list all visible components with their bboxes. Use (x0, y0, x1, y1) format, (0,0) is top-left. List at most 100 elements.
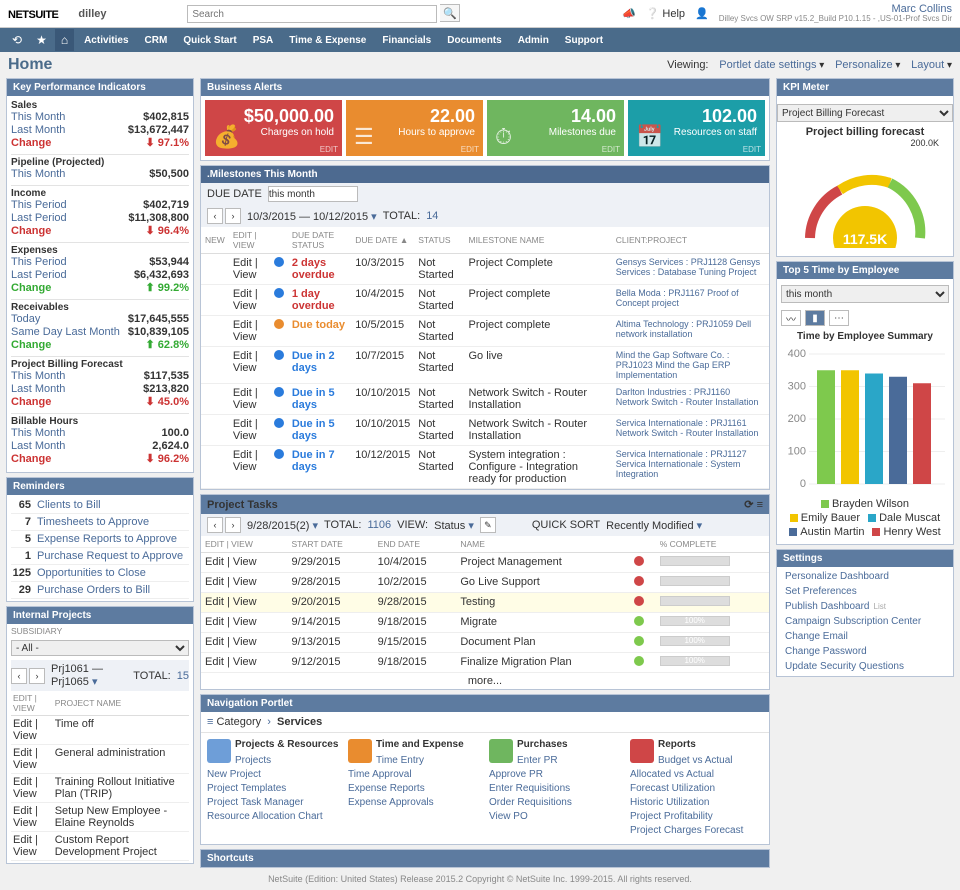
alert-tile[interactable]: 22.00Hours to approve ☰ EDIT (346, 100, 483, 156)
chart-bar-icon[interactable]: ▮ (805, 310, 825, 326)
nav-star-icon[interactable]: ★ (30, 29, 53, 51)
nav-activities[interactable]: Activities (76, 35, 136, 46)
navport-link[interactable]: Enter Requisitions (489, 782, 622, 796)
navport-col: Projects & Resources ProjectsNew Project… (207, 739, 340, 838)
navport-link[interactable]: Project Task Manager (207, 796, 340, 810)
navport-link[interactable]: Project Profitability (630, 810, 763, 824)
navport-col-icon (207, 739, 231, 763)
nav-home-icon[interactable]: ⌂ (55, 29, 74, 51)
subsidiary-select[interactable]: - All - (11, 640, 189, 656)
user-avatar-icon[interactable]: 👤 (695, 7, 709, 20)
nav-back-icon[interactable]: ⟲ (6, 29, 28, 51)
nav-financials[interactable]: Financials (374, 35, 439, 46)
reminder-row[interactable]: 7Timesheets to Approve (11, 514, 189, 531)
pt-quicksort-select[interactable]: Recently Modified ▾ (606, 519, 702, 532)
help-icon[interactable]: ❔ Help (646, 7, 685, 20)
navport-link[interactable]: Time Approval (348, 768, 481, 782)
ms-next-button[interactable]: › (225, 208, 241, 224)
settings-link[interactable]: Set Preferences (781, 584, 949, 599)
settings-link[interactable]: Publish DashboardList (781, 599, 949, 614)
nav-time---expense[interactable]: Time & Expense (281, 35, 374, 46)
shortcuts-header: Shortcuts (201, 850, 769, 867)
global-search-input[interactable] (187, 5, 437, 23)
reminder-row[interactable]: 29Purchase Orders to Bill (11, 582, 189, 599)
navport-link[interactable]: New Project (207, 768, 340, 782)
svg-text:400: 400 (788, 348, 806, 360)
pt-prev-button[interactable]: ‹ (207, 517, 223, 533)
task-row: Edit | View 9/14/20159/18/2015Migrate 10… (201, 613, 769, 633)
internal-projects-header: Internal Projects (7, 607, 193, 624)
navport-link[interactable]: Forecast Utilization (630, 782, 763, 796)
kpi-meter-select[interactable]: Project Billing Forecast (777, 104, 953, 122)
pt-next-button[interactable]: › (225, 517, 241, 533)
settings-link[interactable]: Personalize Dashboard (781, 569, 949, 584)
gauge-title: Project billing forecast (777, 126, 953, 138)
settings-link[interactable]: Change Email (781, 629, 949, 644)
reminder-row[interactable]: 65Clients to Bill (11, 497, 189, 514)
settings-portlet: Settings Personalize DashboardSet Prefer… (776, 549, 954, 677)
navport-link[interactable]: Expense Approvals (348, 796, 481, 810)
reminder-row[interactable]: 5Expense Reports to Approve (11, 531, 189, 548)
bar (841, 370, 859, 484)
tile-icon: 💰 (213, 124, 240, 150)
nav-quick-start[interactable]: Quick Start (175, 35, 244, 46)
navport-link[interactable]: Approve PR (489, 768, 622, 782)
bar (889, 377, 907, 484)
top5-header: Top 5 Time by Employee (777, 262, 953, 279)
reminder-row[interactable]: 125Opportunities to Close (11, 565, 189, 582)
settings-link[interactable]: Change Password (781, 644, 949, 659)
layout-link[interactable]: Layout (911, 59, 944, 71)
ip-range-select[interactable]: Prj1061 — Prj1065 ▾ (51, 663, 127, 688)
settings-link[interactable]: Campaign Subscription Center (781, 614, 949, 629)
navport-link[interactable]: Resource Allocation Chart (207, 810, 340, 824)
navport-col: Purchases Enter PRApprove PREnter Requis… (489, 739, 622, 838)
personalize-link[interactable]: Personalize (835, 59, 892, 71)
nav-admin[interactable]: Admin (510, 35, 557, 46)
navport-col: Time and Expense Time EntryTime Approval… (348, 739, 481, 838)
footer: NetSuite (Edition: United States) Releas… (0, 868, 960, 890)
portlet-date-settings-link[interactable]: Portlet date settings (719, 59, 816, 71)
navport-link[interactable]: Historic Utilization (630, 796, 763, 810)
user-menu[interactable]: Marc Collins Dilley Svcs OW SRP v15.2_Bu… (719, 4, 952, 24)
top5-period-select[interactable]: this month (781, 285, 949, 303)
status-dot-icon (274, 418, 284, 428)
top5-portlet: Top 5 Time by Employee this month 〰 ▮ ⋯ … (776, 261, 954, 545)
settings-link[interactable]: Update Security Questions (781, 659, 949, 674)
feedback-icon[interactable]: 📣 (622, 7, 636, 20)
navport-link[interactable]: Allocated vs Actual (630, 768, 763, 782)
tasks-refresh-icon[interactable]: ⟳ (744, 499, 753, 511)
ms-range-select[interactable]: 10/3/2015 — 10/12/2015 ▾ (247, 210, 377, 223)
settings-header: Settings (777, 550, 953, 567)
pt-more-link[interactable]: more... (468, 675, 502, 687)
duedate-input[interactable] (268, 186, 358, 202)
navport-link[interactable]: Expense Reports (348, 782, 481, 796)
alert-tile[interactable]: 102.00Resources on staff 📅 EDIT (628, 100, 765, 156)
navport-link[interactable]: View PO (489, 810, 622, 824)
pt-view-edit-button[interactable]: ✎ (480, 517, 496, 533)
alert-tile[interactable]: $50,000.00Charges on hold 💰 EDIT (205, 100, 342, 156)
tile-icon: ☰ (354, 124, 374, 150)
alert-tile[interactable]: 14.00Milestones due ⏱ EDIT (487, 100, 624, 156)
chart-opts-icon[interactable]: ⋯ (829, 310, 849, 326)
navport-link[interactable]: Order Requisitions (489, 796, 622, 810)
nav-psa[interactable]: PSA (245, 35, 282, 46)
tasks-menu-icon[interactable]: ≡ (757, 499, 763, 511)
nav-documents[interactable]: Documents (439, 35, 509, 46)
ip-next-button[interactable]: › (29, 668, 45, 684)
bar (817, 370, 835, 484)
pt-view-select[interactable]: Status ▾ (434, 519, 474, 532)
svg-text:100: 100 (788, 446, 806, 458)
reminder-row[interactable]: 1Purchase Request to Approve (11, 548, 189, 565)
global-search-button[interactable]: 🔍 (440, 4, 460, 22)
navport-link[interactable]: Project Charges Forecast (630, 824, 763, 838)
nav-support[interactable]: Support (557, 35, 611, 46)
nav-crm[interactable]: CRM (137, 35, 176, 46)
navport-link[interactable]: Project Templates (207, 782, 340, 796)
pt-range-select[interactable]: 9/28/2015(2) ▾ (247, 519, 318, 532)
bar (865, 374, 883, 485)
ms-prev-button[interactable]: ‹ (207, 208, 223, 224)
chart-line-icon[interactable]: 〰 (781, 310, 801, 326)
ip-row: Edit | ViewTraining Rollout Initiative P… (11, 774, 189, 803)
ip-prev-button[interactable]: ‹ (11, 668, 27, 684)
milestone-row: Edit | View Due in 5 days10/10/2015Not S… (201, 415, 769, 446)
